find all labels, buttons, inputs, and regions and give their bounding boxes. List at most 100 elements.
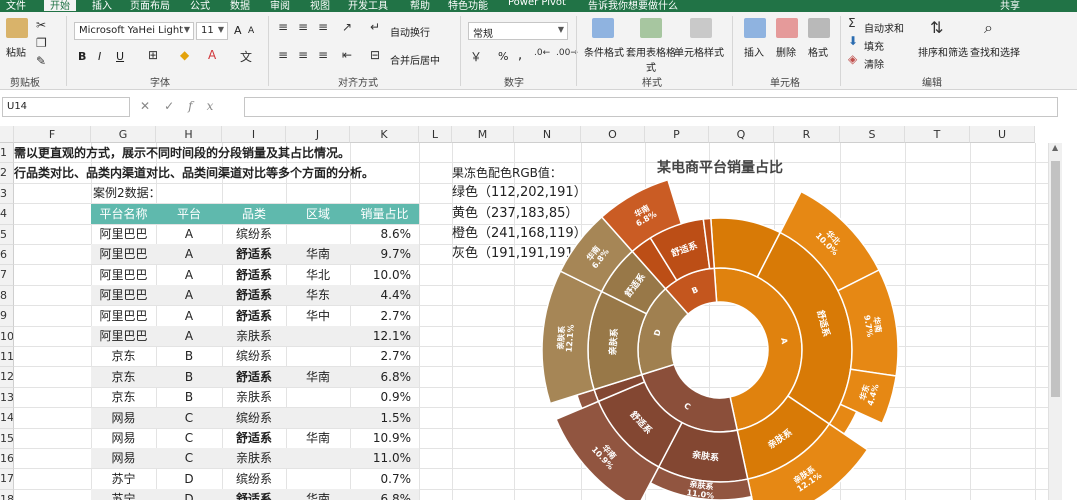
row-header[interactable]: 11 bbox=[0, 347, 14, 368]
table-cell[interactable]: 华南 bbox=[286, 244, 350, 264]
conditional-format-button[interactable]: 条件格式 bbox=[584, 44, 624, 59]
row-header[interactable]: 8 bbox=[0, 285, 14, 307]
borders-icon[interactable]: ⊞ bbox=[148, 48, 158, 62]
column-header[interactable]: M bbox=[452, 126, 514, 143]
cell-styles-icon[interactable] bbox=[690, 18, 712, 38]
formula-input[interactable] bbox=[244, 97, 1058, 117]
table-cell[interactable]: 0.7% bbox=[350, 469, 419, 489]
merge-center-button[interactable]: 合并后居中 bbox=[390, 52, 440, 67]
table-cell[interactable]: 6.8% bbox=[350, 367, 419, 387]
clear-button[interactable]: 清除 bbox=[864, 56, 884, 71]
column-header[interactable]: U bbox=[970, 126, 1035, 143]
tab-developer[interactable]: 开发工具 bbox=[348, 0, 388, 12]
column-header[interactable]: H bbox=[156, 126, 222, 143]
format-painter-icon[interactable]: ✎ bbox=[36, 54, 46, 68]
row-header[interactable]: 15 bbox=[0, 428, 14, 449]
table-cell[interactable]: B bbox=[156, 346, 222, 366]
row-header[interactable]: 2 bbox=[0, 163, 14, 184]
table-cell[interactable]: 网易 bbox=[91, 448, 156, 468]
tab-formulas[interactable]: 公式 bbox=[190, 0, 210, 12]
table-cell[interactable]: 缤纷系 bbox=[222, 408, 286, 428]
number-format-combo[interactable]: 常规 ▼ bbox=[468, 22, 568, 40]
increase-decimal-icon[interactable]: .0← bbox=[534, 48, 550, 58]
tab-help[interactable]: 帮助 bbox=[410, 0, 430, 12]
table-cell[interactable]: D bbox=[156, 469, 222, 489]
column-header[interactable]: L bbox=[419, 126, 452, 143]
indent-icon[interactable]: ⇤ bbox=[342, 48, 352, 62]
row-header[interactable]: 12 bbox=[0, 367, 14, 388]
table-cell[interactable] bbox=[286, 326, 350, 346]
table-cell[interactable]: 2.7% bbox=[350, 346, 419, 366]
table-cell[interactable]: 苏宁 bbox=[91, 489, 156, 500]
table-cell[interactable]: 8.6% bbox=[350, 224, 419, 244]
font-size-combo[interactable]: 11 ▼ bbox=[196, 22, 228, 40]
find-select-icon[interactable]: ⌕ bbox=[984, 18, 993, 38]
table-cell[interactable]: 华南 bbox=[286, 428, 350, 448]
table-cell[interactable]: 10.0% bbox=[350, 265, 419, 285]
column-header[interactable]: Q bbox=[709, 126, 774, 143]
cancel-icon[interactable]: ✕ bbox=[140, 99, 164, 113]
table-cell[interactable]: 舒适系 bbox=[222, 428, 286, 448]
row-header[interactable]: 13 bbox=[0, 387, 14, 409]
table-cell[interactable]: 京东 bbox=[91, 387, 156, 407]
align-center-icon[interactable]: ≡ bbox=[298, 48, 308, 62]
table-cell[interactable] bbox=[286, 224, 350, 244]
confirm-icon[interactable]: ✓ bbox=[164, 99, 188, 113]
row-header[interactable]: 4 bbox=[0, 204, 14, 225]
column-header[interactable]: P bbox=[645, 126, 709, 143]
tab-special[interactable]: 特色功能 bbox=[448, 0, 488, 12]
table-cell[interactable]: B bbox=[156, 387, 222, 407]
table-cell[interactable]: 京东 bbox=[91, 346, 156, 366]
align-left-icon[interactable]: ≡ bbox=[278, 48, 288, 62]
table-cell[interactable]: 舒适系 bbox=[222, 285, 286, 305]
column-header[interactable]: K bbox=[350, 126, 419, 143]
table-cell[interactable]: 10.9% bbox=[350, 428, 419, 448]
column-header[interactable]: J bbox=[286, 126, 350, 143]
sunburst-chart[interactable]: 某电商平台销量占比 ACDB舒适系亲肤系亲肤系舒适系亲肤系舒适系舒适系华北10.… bbox=[540, 150, 920, 500]
table-cell[interactable]: 阿里巴巴 bbox=[91, 285, 156, 305]
table-cell[interactable]: A bbox=[156, 224, 222, 244]
table-cell[interactable]: 阿里巴巴 bbox=[91, 265, 156, 285]
format-cells-icon[interactable] bbox=[808, 18, 830, 38]
row-header[interactable]: 10 bbox=[0, 326, 14, 347]
paste-icon[interactable] bbox=[6, 18, 28, 38]
table-cell[interactable]: 舒适系 bbox=[222, 367, 286, 387]
row-header[interactable]: 3 bbox=[0, 183, 14, 205]
tab-view[interactable]: 视图 bbox=[310, 0, 330, 12]
tab-home[interactable]: 开始 bbox=[44, 0, 76, 12]
table-cell[interactable]: 华南 bbox=[286, 367, 350, 387]
tab-power-pivot[interactable]: Power Pivot bbox=[508, 0, 566, 8]
comma-button[interactable]: , bbox=[518, 48, 522, 63]
table-cell[interactable]: 阿里巴巴 bbox=[91, 244, 156, 264]
row-header[interactable]: 7 bbox=[0, 265, 14, 286]
delete-cells-icon[interactable] bbox=[776, 18, 798, 38]
autosum-icon[interactable]: Σ bbox=[848, 16, 856, 30]
table-cell[interactable]: 华南 bbox=[286, 489, 350, 500]
row-header[interactable]: 9 bbox=[0, 306, 14, 327]
table-cell[interactable]: 4.4% bbox=[350, 285, 419, 305]
cut-icon[interactable]: ✂ bbox=[36, 18, 46, 32]
wrap-text-button[interactable]: 自动换行 bbox=[390, 24, 430, 39]
decrease-decimal-icon[interactable]: .00→ bbox=[556, 48, 578, 58]
percent-button[interactable]: % bbox=[498, 50, 508, 63]
table-cell[interactable] bbox=[286, 469, 350, 489]
table-cell[interactable]: A bbox=[156, 326, 222, 346]
table-cell[interactable]: 亲肤系 bbox=[222, 387, 286, 407]
table-cell[interactable]: 网易 bbox=[91, 428, 156, 448]
tab-insert[interactable]: 插入 bbox=[92, 0, 112, 12]
table-cell[interactable]: 12.1% bbox=[350, 326, 419, 346]
sort-filter-button[interactable]: 排序和筛选 bbox=[918, 44, 968, 59]
table-cell[interactable]: 6.8% bbox=[350, 489, 419, 500]
column-header[interactable]: G bbox=[91, 126, 156, 143]
vertical-scrollbar[interactable]: ▲ bbox=[1048, 143, 1062, 500]
font-name-combo[interactable]: Microsoft YaHei Light ▼ bbox=[74, 22, 194, 40]
format-cells-button[interactable]: 格式 bbox=[808, 44, 828, 59]
paste-button[interactable]: 粘贴 bbox=[6, 44, 26, 59]
column-header[interactable]: I bbox=[222, 126, 286, 143]
scrollbar-thumb[interactable] bbox=[1051, 161, 1060, 397]
table-cell[interactable]: D bbox=[156, 489, 222, 500]
column-header[interactable]: R bbox=[774, 126, 840, 143]
table-cell[interactable]: 阿里巴巴 bbox=[91, 224, 156, 244]
fill-color-icon[interactable]: ◆ bbox=[180, 48, 189, 62]
clear-icon[interactable]: ◈ bbox=[848, 52, 857, 66]
